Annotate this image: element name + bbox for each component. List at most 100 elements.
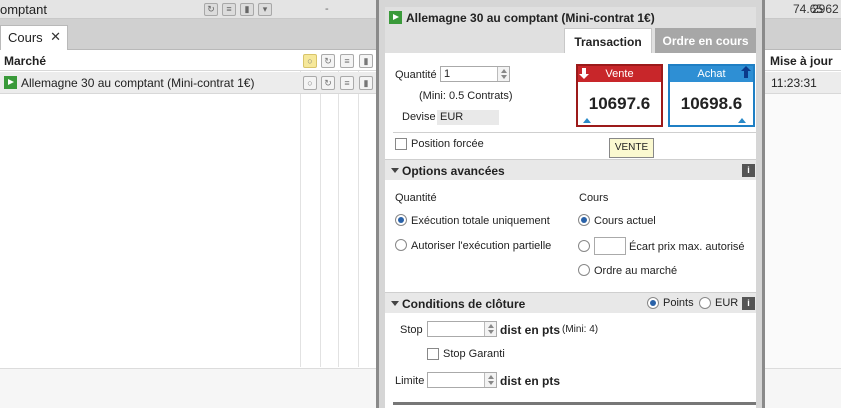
market-grid: Marché ○ ↻ ≡ ▮ Allemagne 30 au comptant … <box>0 51 380 367</box>
qty-header: Quantité <box>395 192 437 204</box>
details-icon: ≡ <box>340 54 354 68</box>
sell-header: Vente <box>578 66 661 82</box>
mini-note: (Mini: 0.5 Contrats) <box>419 90 513 102</box>
update-time: 11:23:31 <box>771 76 817 90</box>
section-title: Conditions de clôture <box>402 297 526 311</box>
caret-down-icon[interactable] <box>391 168 399 173</box>
buy-button[interactable]: Achat 10698.6 <box>668 64 755 127</box>
sell-label: Vente <box>605 68 634 80</box>
limit-label: Limite <box>395 375 425 387</box>
refresh-icon: ↻ <box>321 54 335 68</box>
sell-price: 10697.6 <box>588 94 651 113</box>
dropdown-icon[interactable]: ▾ <box>258 3 272 16</box>
tab-ordre-en-cours[interactable]: Ordre en cours <box>655 28 756 53</box>
background-tabbar-right <box>765 19 841 50</box>
arrow-up-icon <box>741 66 751 78</box>
stop-label: Stop <box>400 324 423 336</box>
execution-partielle-label: Autoriser l'exécution partielle <box>411 240 552 252</box>
section-conditions-cloture[interactable]: Conditions de clôture Points EUR i <box>385 292 756 313</box>
chart-icon[interactable]: ▮ <box>240 3 254 16</box>
spin-arrows-icon[interactable] <box>484 322 496 336</box>
background-market-text: omptant <box>0 2 47 17</box>
buy-header: Achat <box>670 66 753 82</box>
section-options-avancees[interactable]: Options avancées i <box>385 159 756 180</box>
tab-cours[interactable]: Cours ✕ <box>0 25 68 50</box>
position-forcee-label: Position forcée <box>411 138 484 150</box>
info-icon[interactable]: i <box>742 297 755 310</box>
grid-divider <box>300 51 301 367</box>
ordre-marche-label: Ordre au marché <box>594 265 678 277</box>
devise-label: Devise <box>402 111 436 123</box>
chart-icon: ▮ <box>359 54 373 68</box>
stop-mini: (Mini: 4) <box>562 324 599 335</box>
radio-points[interactable] <box>647 297 659 309</box>
triangle-up-icon <box>583 118 591 123</box>
column-header-update[interactable]: Mise à jour <box>770 54 833 68</box>
table-row[interactable]: Allemagne 30 au comptant (Mini-contrat 1… <box>0 72 380 94</box>
close-icon[interactable]: ✕ <box>50 29 61 45</box>
tab-cours-label: Cours <box>8 30 43 45</box>
info-icon[interactable]: i <box>742 164 755 177</box>
limit-unit: dist en pts <box>500 374 561 388</box>
arrow-down-icon <box>579 68 589 79</box>
buy-label: Achat <box>697 68 726 80</box>
column-header-market[interactable]: Marché <box>4 54 46 68</box>
play-icon[interactable] <box>4 76 17 89</box>
cours-actuel-label: Cours actuel <box>594 215 656 227</box>
triangle-up-icon <box>738 118 746 123</box>
radio-eur[interactable] <box>699 297 711 309</box>
quantity-stepper[interactable]: 1 <box>440 66 510 82</box>
grid-header-right: Mise à jour <box>765 51 841 71</box>
eur-label: EUR <box>715 297 739 309</box>
stop-garanti-label: Stop Garanti <box>443 348 505 360</box>
stop-garanti-checkbox[interactable] <box>427 348 439 360</box>
dialog-tabs: Transaction Ordre en cours <box>385 28 756 53</box>
radio-ecart-prix[interactable] <box>578 240 590 252</box>
radio-ordre-marche[interactable] <box>578 264 590 276</box>
spin-arrows-icon[interactable] <box>497 67 509 81</box>
grid-divider <box>338 51 339 367</box>
market-name[interactable]: Allemagne 30 au comptant (Mini-contrat 1… <box>21 76 254 90</box>
background-dash: - <box>325 3 329 15</box>
trade-dialog: Allemagne 30 au comptant (Mini-contrat 1… <box>376 0 765 408</box>
quantity-label: Quantité <box>395 69 437 81</box>
execution-totale-label: Exécution totale uniquement <box>411 215 550 227</box>
grid-divider <box>320 51 321 367</box>
lightbulb-icon[interactable]: ○ <box>303 76 317 90</box>
grid-header-row: Marché ○ ↻ ≡ ▮ <box>0 51 380 71</box>
bottom-border <box>393 402 756 405</box>
refresh-icon[interactable]: ↻ <box>204 3 218 16</box>
buy-price: 10698.6 <box>680 94 743 113</box>
sell-button[interactable]: Vente 10697.6 <box>576 64 663 127</box>
tab-transaction[interactable]: Transaction <box>564 28 652 53</box>
caret-down-icon[interactable] <box>391 301 399 306</box>
price-header: Cours <box>579 192 609 204</box>
limit-stepper[interactable] <box>427 372 497 388</box>
spin-arrows-icon[interactable] <box>484 373 496 387</box>
radio-execution-partielle[interactable] <box>395 239 407 251</box>
quantity-value[interactable]: 1 <box>444 68 450 80</box>
background-price-2: 2962 <box>812 2 839 16</box>
grid-divider <box>358 51 359 367</box>
chart-icon[interactable]: ▮ <box>359 76 373 90</box>
grid-empty-area <box>765 94 841 368</box>
divider <box>393 132 756 133</box>
ecart-prix-label: Écart prix max. autorisé <box>629 241 745 253</box>
ecart-prix-input[interactable] <box>594 237 626 255</box>
table-row-right: 11:23:31 <box>765 72 841 94</box>
trade-dialog-body: Allemagne 30 au comptant (Mini-contrat 1… <box>385 7 756 408</box>
lightbulb-icon: ○ <box>303 54 317 68</box>
details-icon[interactable]: ≡ <box>222 3 236 16</box>
dialog-title-bar: Allemagne 30 au comptant (Mini-contrat 1… <box>385 7 756 28</box>
refresh-icon[interactable]: ↻ <box>321 76 335 90</box>
stop-unit: dist en pts <box>500 323 561 337</box>
section-title: Options avancées <box>402 164 505 178</box>
points-label: Points <box>663 297 694 309</box>
stop-stepper[interactable] <box>427 321 497 337</box>
position-forcee-checkbox[interactable] <box>395 138 407 150</box>
radio-cours-actuel[interactable] <box>578 214 590 226</box>
radio-execution-totale[interactable] <box>395 214 407 226</box>
dialog-title: Allemagne 30 au comptant (Mini-contrat 1… <box>406 11 655 25</box>
details-icon[interactable]: ≡ <box>340 76 354 90</box>
tooltip: VENTE <box>609 138 654 158</box>
